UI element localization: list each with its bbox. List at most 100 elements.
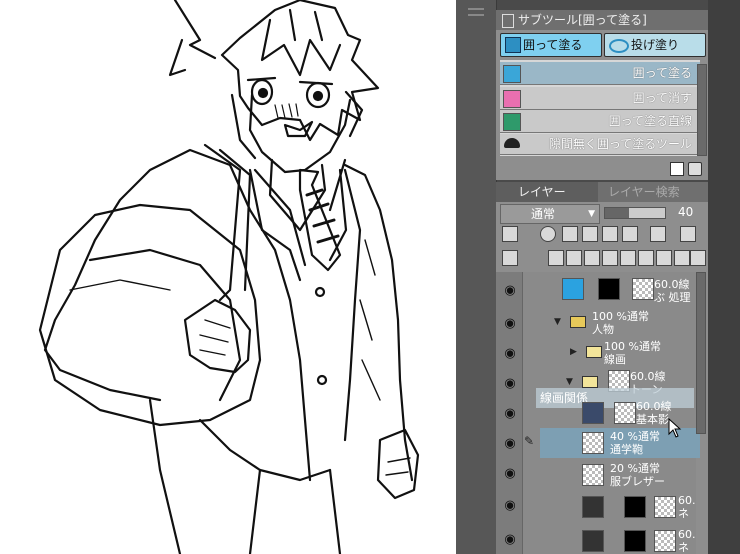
opacity-value: 40	[678, 205, 694, 219]
layer-thumbnail	[654, 496, 676, 518]
tool-item-lasso-fill[interactable]: 囲って塗る	[500, 62, 700, 85]
layer-row[interactable]: 60.0線 ぶ 処理	[556, 274, 696, 306]
trash-icon[interactable]	[688, 162, 702, 176]
eye-icon[interactable]: ◉	[500, 281, 520, 301]
layer-name: ぶ 処理	[654, 291, 691, 304]
layer-thumbnail	[582, 530, 604, 552]
trash-icon[interactable]	[690, 250, 706, 266]
tab-subtool[interactable]: サブツール[囲って塗る]	[496, 10, 647, 30]
eye-icon[interactable]: ◉	[500, 374, 520, 394]
layer-info: 60.	[678, 528, 696, 541]
layer-info: 60.0線	[630, 370, 666, 383]
tool-item-label: 隙間無く囲って塗るツール	[548, 137, 692, 151]
new-subtool-icon[interactable]	[670, 162, 684, 176]
eye-icon[interactable]: ◉	[500, 404, 520, 424]
layer-row[interactable]: 20 %通常 服ブレザー	[540, 460, 700, 490]
folder-expand-icon[interactable]: ▼	[554, 316, 561, 329]
layer-name: 通学鞄	[610, 443, 643, 456]
right-edge-bar	[708, 0, 740, 554]
eye-icon[interactable]: ◉	[500, 314, 520, 334]
layer-search-tab-label: レイヤー検索	[608, 185, 680, 199]
palette-dock-strip	[456, 0, 497, 554]
create-mask-icon[interactable]	[656, 250, 672, 266]
layer-thumbnail	[582, 464, 604, 486]
layer-name: ネ	[678, 507, 689, 520]
layer-scrollbar[interactable]	[696, 272, 706, 434]
draft-icon[interactable]	[582, 226, 598, 242]
transfer-down-icon[interactable]	[602, 250, 618, 266]
eye-icon[interactable]: ◉	[500, 530, 520, 550]
lasso-line-icon	[503, 113, 521, 131]
mask-enable-icon[interactable]	[650, 226, 666, 242]
tool-item-label: 囲って塗る直線	[608, 114, 692, 128]
layer-info: 100 %通常	[604, 340, 661, 353]
folder-collapse-icon[interactable]: ▶	[570, 346, 577, 359]
layer-thumbnail	[654, 530, 676, 552]
lasso-fill-icon	[503, 65, 521, 83]
layer-name: ネ	[678, 541, 689, 554]
layer-info: 60.	[678, 494, 696, 507]
layer-thumbnail	[632, 278, 654, 300]
layer-mask-thumbnail	[598, 278, 620, 300]
tab-layer-search[interactable]: レイヤー検索	[586, 182, 680, 202]
layer-action-toolbar	[500, 248, 706, 268]
opacity-slider[interactable]	[604, 207, 666, 219]
layer-row[interactable]: ▼ 100 %通常 人物	[540, 308, 700, 338]
tool-item-gapless-fill[interactable]: 隙間無く囲って塗るツール	[500, 134, 700, 155]
chevron-down-icon: ▼	[588, 209, 595, 219]
layer-row[interactable]: 60. ネ	[540, 492, 700, 522]
reference-icon[interactable]	[562, 226, 578, 242]
layer-name: 線画	[604, 353, 626, 366]
eye-icon[interactable]: ◉	[500, 464, 520, 484]
layer-row[interactable]: 60. ネ	[540, 526, 700, 554]
layer-property-toolbar	[500, 224, 704, 244]
tool-item-label: 囲って塗る	[632, 66, 692, 80]
new-folder-icon[interactable]	[584, 250, 600, 266]
eye-icon[interactable]: ◉	[500, 496, 520, 516]
layer-name: 人物	[592, 323, 614, 336]
layer-color-icon[interactable]	[502, 226, 518, 242]
blend-mode-select[interactable]: 通常 ▼	[500, 204, 600, 224]
lasso-erase-icon	[503, 90, 521, 108]
layer-thumbnail	[582, 432, 604, 454]
lock-icon[interactable]	[602, 226, 618, 242]
clip-icon[interactable]	[540, 226, 556, 242]
tool-item-lasso-erase[interactable]: 囲って消す	[500, 87, 700, 110]
new-raster-layer-icon[interactable]	[548, 250, 564, 266]
lasso-fill-icon	[505, 37, 521, 53]
layer-thumbnail	[614, 402, 636, 424]
lock-alpha-icon[interactable]	[622, 226, 638, 242]
drawing-canvas[interactable]	[0, 0, 456, 554]
folder-icon	[582, 376, 598, 388]
layer-thumbnail	[582, 402, 604, 424]
tool-item-lasso-line[interactable]: 囲って塗る直線	[500, 110, 700, 133]
layer-info: 60.0線	[654, 278, 690, 291]
tab-layer[interactable]: レイヤー	[496, 182, 598, 202]
layer-tab-bar: レイヤー レイヤー検索	[496, 182, 708, 202]
layer-info: 40 %通常	[610, 430, 660, 443]
opacity-slider-fill	[605, 208, 629, 218]
blend-mode-value: 通常	[531, 207, 556, 221]
layer-row[interactable]: ▶ 100 %通常 線画	[540, 338, 700, 368]
layer-mask-thumbnail	[624, 496, 646, 518]
combine-icon[interactable]	[638, 250, 654, 266]
ruler-icon[interactable]	[680, 226, 696, 242]
subtool-scrollbar[interactable]	[697, 64, 707, 156]
folder-icon	[586, 346, 602, 358]
mouse-cursor-icon	[668, 418, 682, 438]
eye-icon[interactable]: ◉	[500, 434, 520, 454]
layer-tab-label: レイヤー	[518, 185, 566, 199]
apply-mask-icon[interactable]	[674, 250, 690, 266]
layer-stack-icon	[502, 250, 518, 266]
eye-icon[interactable]: ◉	[500, 344, 520, 364]
layer-name: 服ブレザー	[610, 475, 665, 488]
subtool-tab-label: サブツール[囲って塗る]	[518, 13, 647, 27]
new-vector-layer-icon[interactable]	[566, 250, 582, 266]
group-button-throw-fill[interactable]: 投げ塗り	[604, 33, 706, 57]
layer-info: 60.0線	[636, 400, 672, 413]
merge-down-icon[interactable]	[620, 250, 636, 266]
manga-artwork	[38, 0, 420, 554]
group-button-lasso-fill[interactable]: 囲って塗る	[500, 33, 602, 57]
group-button-label: 囲って塗る	[523, 38, 583, 52]
pen-icon: ✎	[524, 434, 535, 448]
